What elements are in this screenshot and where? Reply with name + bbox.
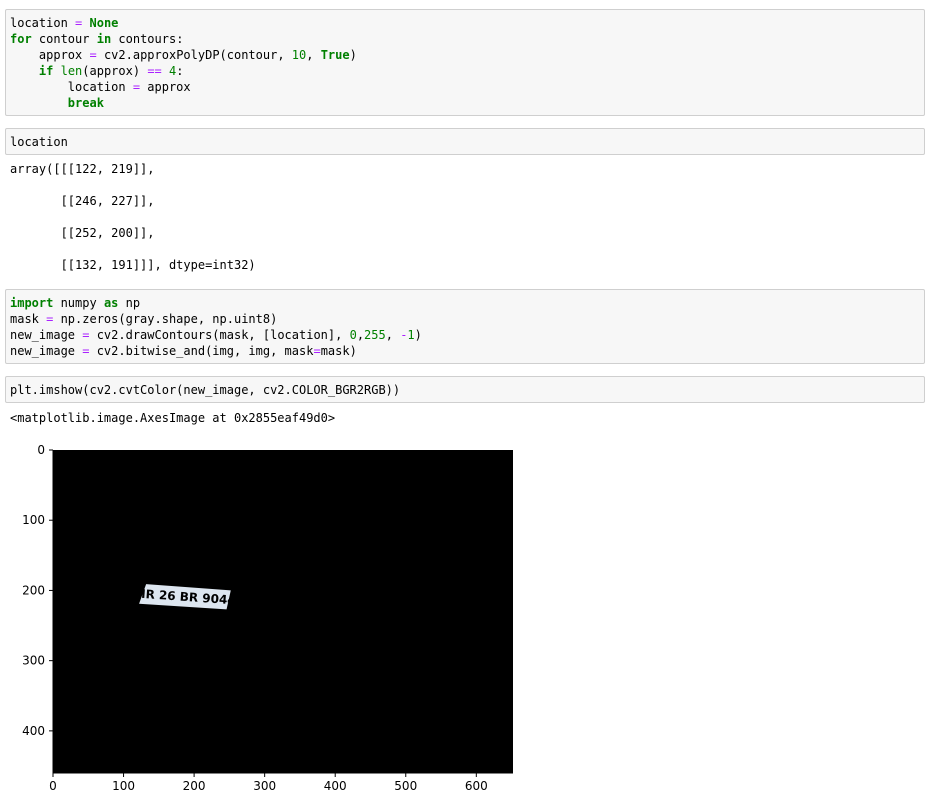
y-tick-label: 300: [22, 654, 45, 668]
x-tick-label: 400: [324, 779, 347, 793]
output-imshow-repr: <matplotlib.image.AxesImage at 0x2855eaf…: [10, 411, 336, 425]
x-tick-label: 300: [253, 779, 276, 793]
code-cell-1[interactable]: location = None for contour in contours:…: [5, 9, 925, 116]
y-tick-label: 100: [22, 513, 45, 527]
imshow-plot: HR 26 BR 9044 0 100 200 300 400 500 6000100200…: [22, 443, 513, 793]
x-tick-label: 500: [394, 779, 417, 793]
y-tick-label: 400: [22, 724, 45, 738]
code-cell-2[interactable]: location: [5, 128, 925, 155]
x-tick-label: 0: [49, 779, 57, 793]
code-editor[interactable]: location: [6, 129, 924, 155]
y-tick-label: 0: [37, 443, 45, 457]
code-editor[interactable]: import numpy as np mask = np.zeros(gray.…: [6, 290, 924, 364]
x-tick-label: 100: [112, 779, 135, 793]
x-tick-label: 600: [465, 779, 488, 793]
x-tick-label: 200: [183, 779, 206, 793]
code-editor[interactable]: plt.imshow(cv2.cvtColor(new_image, cv2.C…: [6, 377, 924, 403]
output-location-array: array([[[122, 219]], [[246, 227]], [[252…: [10, 162, 256, 272]
code-editor[interactable]: location = None for contour in contours:…: [6, 10, 924, 116]
code-cell-4[interactable]: plt.imshow(cv2.cvtColor(new_image, cv2.C…: [5, 376, 925, 403]
code-cell-3[interactable]: import numpy as np mask = np.zeros(gray.…: [5, 289, 925, 364]
image-background: [53, 450, 513, 773]
y-tick-label: 200: [22, 583, 45, 597]
